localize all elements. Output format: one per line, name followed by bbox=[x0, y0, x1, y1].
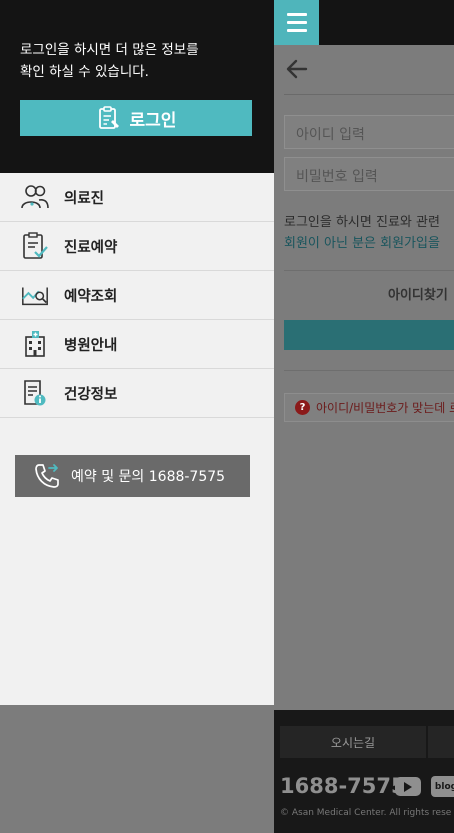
divider bbox=[284, 94, 454, 95]
drawer-header: 로그인을 하시면 더 많은 정보를 확인 하실 수 있습니다. 로그인 bbox=[0, 0, 274, 173]
copyright: © Asan Medical Center. All rights rese bbox=[280, 808, 452, 818]
login-submit-button[interactable] bbox=[284, 320, 454, 350]
hamburger-icon-bar bbox=[286, 29, 307, 32]
menu-item-label: 예약조회 bbox=[64, 288, 118, 305]
clipboard-check-icon bbox=[20, 231, 50, 261]
blog-icon[interactable]: blog bbox=[431, 776, 454, 797]
call-reservation-label: 예약 및 문의 1688-7575 bbox=[71, 469, 226, 485]
login-button-label: 로그인 bbox=[129, 110, 177, 131]
menu-item-label: 진료예약 bbox=[64, 239, 118, 256]
login-help-box[interactable]: ? 아이디/비밀번호가 맞는데 로 bbox=[284, 393, 454, 422]
side-drawer: 로그인을 하시면 더 많은 정보를 확인 하실 수 있습니다. 로그인 의료진 … bbox=[0, 0, 274, 705]
login-help-text: 아이디/비밀번호가 맞는데 로 bbox=[316, 401, 454, 415]
menu-item-hospital-info[interactable]: 병원안내 bbox=[0, 320, 274, 369]
login-intro-text: 확인 하실 수 있습니다. bbox=[20, 64, 149, 80]
menu-item-doctors[interactable]: 의료진 bbox=[0, 173, 274, 222]
menu-item-label: 의료진 bbox=[64, 190, 105, 207]
menu-item-label: 병원안내 bbox=[64, 337, 118, 354]
back-arrow-icon[interactable] bbox=[284, 56, 310, 82]
menu-item-reservation-lookup[interactable]: 예약조회 bbox=[0, 271, 274, 320]
chart-search-icon bbox=[20, 280, 50, 310]
signup-notice[interactable]: 회원이 아닌 분은 회원가입을 bbox=[284, 232, 440, 251]
menu-toggle-button[interactable] bbox=[274, 0, 319, 45]
directions-button[interactable]: 오시는길 bbox=[280, 726, 426, 758]
menu-item-health-info[interactable]: 건강정보 bbox=[0, 369, 274, 418]
phone-call-icon bbox=[33, 462, 61, 490]
login-button[interactable]: 로그인 bbox=[20, 100, 252, 136]
call-reservation-button[interactable]: 예약 및 문의 1688-7575 bbox=[15, 455, 250, 497]
password-placeholder: 비밀번호 입력 bbox=[296, 169, 378, 185]
divider bbox=[284, 370, 454, 371]
find-id-link[interactable]: 아이디찾기 bbox=[388, 284, 448, 303]
menu-item-reservation[interactable]: 진료예약 bbox=[0, 222, 274, 271]
login-notice: 로그인을 하시면 진료와 관련 bbox=[284, 215, 440, 230]
password-input[interactable]: 비밀번호 입력 bbox=[284, 157, 454, 191]
login-intro-text: 로그인을 하시면 더 많은 정보를 bbox=[20, 42, 199, 58]
document-info-icon bbox=[20, 378, 50, 408]
question-icon: ? bbox=[295, 400, 310, 415]
drawer-menu: 의료진 진료예약 예약조회 병원안내 건강정보 bbox=[0, 173, 274, 418]
menu-item-label: 건강정보 bbox=[64, 386, 118, 403]
id-input[interactable]: 아이디 입력 bbox=[284, 115, 454, 149]
hamburger-icon-bar bbox=[286, 13, 307, 16]
divider bbox=[284, 270, 454, 271]
footer-phone: 1688-7575 bbox=[280, 774, 406, 798]
footer: 오시는길 1688-7575 blog © Asan Medical Cente… bbox=[274, 710, 454, 833]
doctors-icon bbox=[20, 182, 50, 212]
id-placeholder: 아이디 입력 bbox=[296, 127, 365, 143]
footer-button[interactable] bbox=[428, 726, 454, 758]
hamburger-icon-bar bbox=[286, 21, 307, 24]
login-clipboard-icon bbox=[98, 106, 119, 129]
hospital-building-icon bbox=[20, 329, 50, 359]
youtube-icon[interactable] bbox=[395, 777, 421, 796]
